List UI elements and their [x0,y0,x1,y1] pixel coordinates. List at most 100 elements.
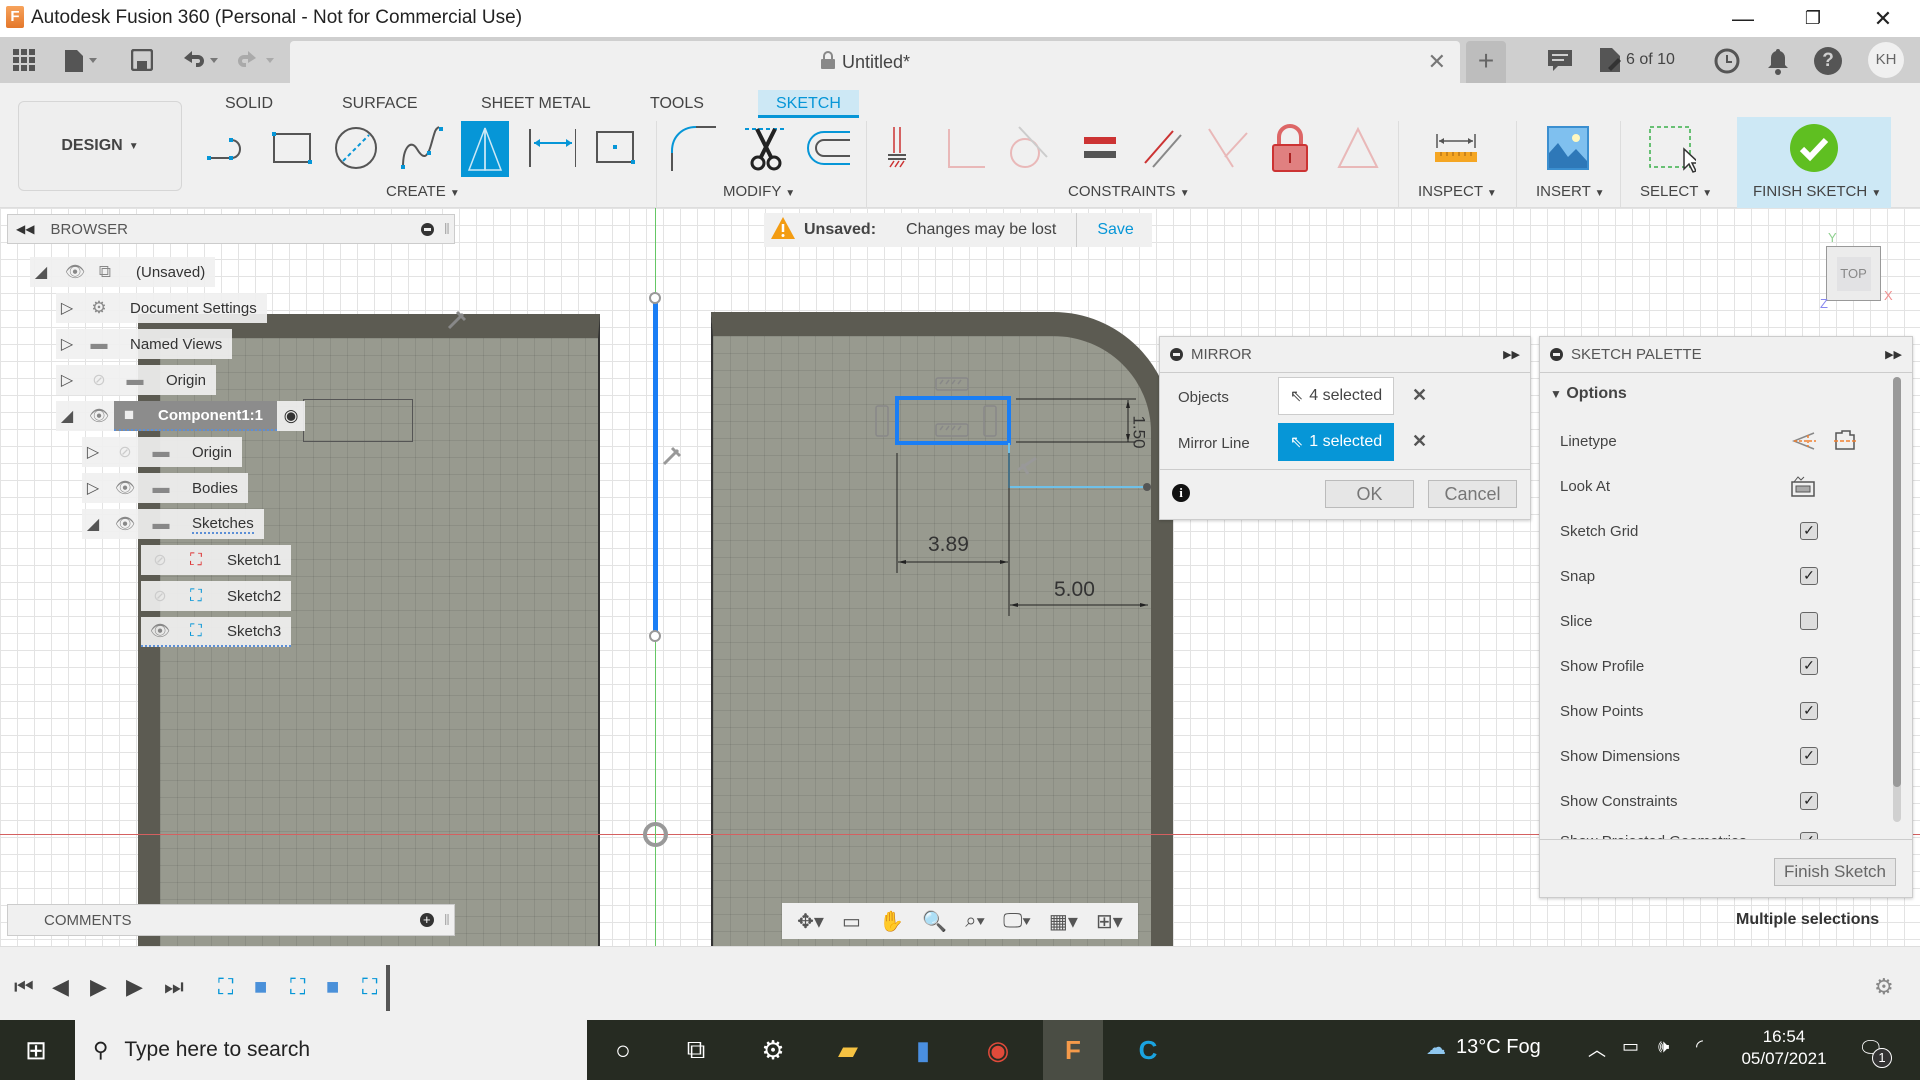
show-profile-checkbox[interactable]: ✓ [1800,657,1818,675]
insert-image-icon[interactable] [1544,123,1592,173]
eye-icon[interactable]: 👁 [60,262,90,282]
tab-tools[interactable]: TOOLS [650,90,704,118]
expand-icon[interactable]: ▷ [56,298,78,318]
fix-constraint-icon[interactable] [882,123,912,173]
fit-icon[interactable]: ⌕▾ [965,910,985,933]
bell-icon[interactable] [1766,47,1790,80]
line-tool-icon[interactable] [204,123,252,173]
circle-tool-icon[interactable] [332,123,380,173]
help-icon[interactable]: ? [1814,47,1842,75]
minimize-dialog-icon[interactable] [1170,348,1183,361]
sketch-rectangle[interactable] [303,399,413,442]
mirror-dialog-header[interactable]: MIRROR ▶▶ [1160,337,1530,373]
origin-point-icon[interactable] [643,822,668,847]
constraints-menu[interactable]: CONSTRAINTS ▼ [1068,183,1190,200]
app-c-icon[interactable]: C [1118,1020,1178,1080]
dimension-label[interactable]: 1.50 [1129,415,1149,448]
timeline-sketch-icon[interactable]: ⛶ [218,974,233,1000]
cancel-button[interactable]: Cancel [1428,480,1517,508]
palette-scrollbar[interactable] [1893,377,1901,822]
lock-constraint-icon[interactable] [1266,123,1314,173]
point-tool-icon[interactable] [592,123,640,173]
expand-icon[interactable]: ▷ [56,370,78,390]
windows-start-icon[interactable]: ⊞ [6,1020,66,1080]
timeline-sketch-icon[interactable]: ⛶ [362,974,377,1000]
clear-objects-icon[interactable]: ✕ [1412,385,1427,406]
orbit-icon[interactable]: ✥▾ [797,909,824,934]
go-to-start-icon[interactable]: ⏮ [14,974,34,1000]
mirror-tool-icon[interactable] [461,121,509,177]
eye-hidden-icon[interactable]: ⊘ [110,442,140,462]
show-hidden-icons-icon[interactable]: ︿ [1588,1036,1606,1062]
fillet-tool-icon[interactable] [668,123,716,173]
tree-item-sketches[interactable]: ◢ 👁 ▬ Sketches [82,509,264,539]
minimize-button[interactable]: — [1714,0,1772,37]
perpendicular-constraint-icon[interactable] [1204,123,1252,173]
grid-icon[interactable] [10,46,38,74]
objects-selector[interactable]: ⇖ 4 selected [1278,377,1394,415]
file-explorer-icon[interactable]: ▰ [818,1020,878,1080]
expand-icon[interactable]: ▷ [82,442,104,462]
tab-sheet-metal[interactable]: SHEET METAL [481,90,591,118]
modify-menu[interactable]: MODIFY ▼ [723,183,795,200]
sketch-palette-header[interactable]: SKETCH PALETTE ▶▶ [1540,337,1912,373]
eye-icon[interactable]: 👁 [84,406,114,426]
eye-hidden-icon[interactable]: ⊘ [145,586,175,606]
chrome-icon[interactable]: ◉ [968,1020,1028,1080]
tree-item-named-views[interactable]: ▷ ▬ Named Views [56,329,233,359]
add-comment-icon[interactable]: + [419,913,434,927]
finish-sketch-button[interactable]: FINISH SKETCH ▼ [1737,117,1891,208]
construction-linetype-icon[interactable] [1790,429,1816,457]
create-menu[interactable]: CREATE ▼ [386,183,460,200]
tangent-constraint-icon[interactable] [1004,123,1052,173]
taskbar-search[interactable]: ⚲ Type here to search [75,1020,587,1080]
volume-icon[interactable]: 🕪 [1658,1036,1669,1057]
fusion-taskbar-icon[interactable]: F [1043,1020,1103,1080]
viewcube-top-face[interactable]: TOP [1836,256,1871,291]
eye-icon[interactable]: 👁 [110,514,140,534]
spline-tool-icon[interactable] [398,123,446,173]
select-menu[interactable]: SELECT ▼ [1640,183,1712,200]
rectangle-tool-icon[interactable] [268,123,316,173]
step-forward-icon[interactable]: ▶ [126,974,143,1000]
show-constraints-checkbox[interactable]: ✓ [1800,792,1818,810]
collapse-panel-icon[interactable]: ◀◀ [16,222,34,236]
version-indicator[interactable]: 6 of 10 [1598,46,1675,74]
tree-item-component[interactable]: ◢ 👁 ■ Component1:1 ◉ [56,401,305,431]
collapse-icon[interactable]: ◢ [30,262,52,282]
show-points-checkbox[interactable]: ✓ [1800,702,1818,720]
clear-mirror-line-icon[interactable]: ✕ [1412,431,1427,452]
dimension-tool-icon[interactable] [528,123,576,173]
equal-constraint-icon[interactable] [1076,123,1124,173]
battery-icon[interactable]: ▭ [1622,1036,1639,1057]
close-window-button[interactable]: ✕ [1854,0,1912,37]
panel-grip-icon[interactable]: ‖ [444,221,450,238]
collapse-icon[interactable]: ◢ [56,406,78,426]
show-dimensions-checkbox[interactable]: ✓ [1800,747,1818,765]
coincident-constraint-icon[interactable] [942,123,990,173]
expand-palette-icon[interactable]: ▶▶ [1885,348,1902,361]
eye-hidden-icon[interactable]: ⊘ [84,370,114,390]
comments-header[interactable]: COMMENTS + ‖ [7,904,455,936]
tree-item-sketch1[interactable]: ⊘ ⛶ Sketch1 [141,545,292,575]
minimize-panel-icon[interactable] [420,222,434,236]
options-section-toggle[interactable]: ▼ Options [1550,385,1627,403]
settings-icon[interactable]: ⚙ [743,1020,803,1080]
scrollbar-thumb[interactable] [1893,377,1901,787]
pan-icon[interactable]: ✋ [879,909,904,934]
timeline-marker[interactable] [386,965,390,1011]
tree-item-origin[interactable]: ▷ ⊘ ▬ Origin [56,365,217,395]
eye-icon[interactable]: 👁 [110,478,140,498]
select-tool-icon[interactable] [1648,123,1696,173]
info-icon[interactable]: i [1172,484,1190,502]
restore-button[interactable]: ❐ [1784,0,1842,37]
expand-icon[interactable]: ▷ [82,478,104,498]
finish-sketch-palette-button[interactable]: Finish Sketch [1774,858,1896,886]
save-link[interactable]: Save [1097,221,1133,239]
browser-header[interactable]: ◀◀ BROWSER ‖ [7,214,455,244]
cortana-icon[interactable]: ○ [593,1020,653,1080]
mirror-line[interactable] [653,298,658,636]
snap-checkbox[interactable]: ✓ [1800,567,1818,585]
play-icon[interactable]: ▶ [90,974,107,1000]
user-avatar[interactable]: KH [1868,42,1904,78]
